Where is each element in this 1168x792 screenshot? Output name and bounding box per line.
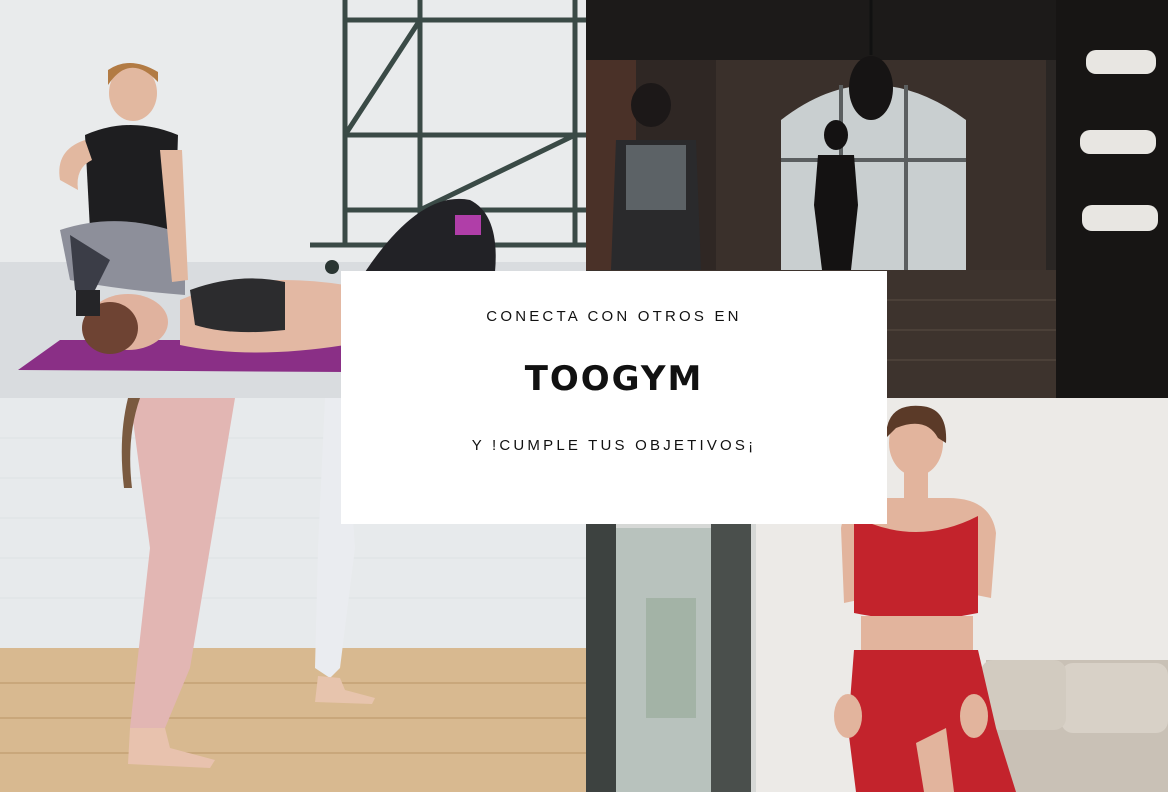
brand-title: TOOGYM [524,359,704,399]
headline-card: CONECTA CON OTROS EN TOOGYM Y !CUMPLE TU… [341,271,887,524]
tagline-connect: CONECTA CON OTROS EN [486,308,742,325]
promo-collage: CONECTA CON OTROS EN TOOGYM Y !CUMPLE TU… [0,0,1168,792]
tagline-goals: Y !CUMPLE TUS OBJETIVOS¡ [471,437,757,454]
